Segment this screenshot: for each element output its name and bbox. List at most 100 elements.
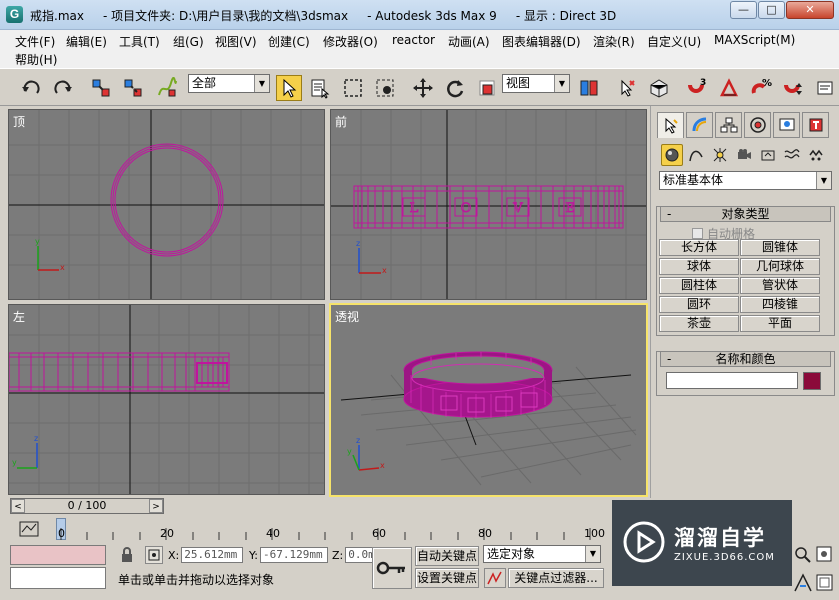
app-icon[interactable]: G [6,6,23,23]
cameras-icon[interactable] [733,144,755,166]
motion-tab-icon[interactable] [744,112,771,138]
redo-icon[interactable] [50,75,76,101]
prev-frame-button[interactable]: < [11,499,25,513]
key-selection-dropdown[interactable]: 选定对象 ▼ [483,545,601,563]
menu-edit[interactable]: 编辑(E) [66,33,107,50]
spinner-snap-icon[interactable] [780,75,806,101]
geometry-category-dropdown[interactable]: 标准基本体 ▼ [659,171,832,190]
viewport-top[interactable]: 顶 y x [8,109,325,300]
unlink-icon[interactable] [120,75,146,101]
named-selection-icon[interactable] [812,75,838,101]
name-color-rollout-header[interactable]: - 名称和颜色 [660,351,831,367]
x-value-input[interactable]: 25.612mm [181,547,244,563]
space-warps-icon[interactable] [781,144,803,166]
keyboard-shortcut-override-icon[interactable] [646,75,672,101]
reference-coordinate-dropdown[interactable]: 视图 ▼ [502,74,570,93]
modify-tab-icon[interactable] [686,112,713,138]
tube-button[interactable]: 管状体 [740,277,820,294]
maximize-viewport-icon[interactable] [814,571,836,597]
geometry-icon[interactable] [661,144,683,166]
menu-graph-editors[interactable]: 图表编辑器(D) [502,33,581,50]
set-key-mode-button[interactable]: 设置关键点 [415,568,479,588]
selection-filter-dropdown[interactable]: 全部 ▼ [188,74,270,93]
time-slider[interactable]: < 0 / 100 > [10,498,164,514]
helpers-icon[interactable] [757,144,779,166]
y-value-input[interactable]: -67.129mm [259,547,328,563]
main-toolbar: 全部 ▼ 视图 ▼ 3 % [0,68,839,106]
percent-snap-icon[interactable]: % [748,75,774,101]
menu-animation[interactable]: 动画(A) [448,33,490,50]
lights-icon[interactable] [709,144,731,166]
next-frame-button[interactable]: > [149,499,163,513]
maximize-button[interactable]: □ [758,1,785,19]
cone-button[interactable]: 圆锥体 [740,239,820,256]
object-type-rollout-header[interactable]: - 对象类型 [660,206,831,222]
undo-icon[interactable] [18,75,44,101]
menu-modifiers[interactable]: 修改器(O) [323,33,378,50]
selection-filter-value: 全部 [192,76,217,90]
plane-button[interactable]: 平面 [740,315,820,332]
move-icon[interactable] [410,75,436,101]
set-key-button[interactable] [372,547,412,589]
menu-views[interactable]: 视图(V) [215,33,257,50]
zoom-icon[interactable] [792,543,814,569]
menu-tools[interactable]: 工具(T) [119,33,160,50]
systems-icon[interactable] [805,144,827,166]
geosphere-button[interactable]: 几何球体 [740,258,820,275]
absolute-mode-icon[interactable] [145,546,163,564]
viewport-label-top[interactable]: 顶 [13,113,25,130]
pyramid-button[interactable]: 四棱锥 [740,296,820,313]
create-tab-icon[interactable] [657,112,684,138]
teapot-button[interactable]: 茶壶 [659,315,739,332]
menu-rendering[interactable]: 渲染(R) [593,33,635,50]
default-tangent-icon[interactable] [484,568,506,588]
scale-icon[interactable] [474,75,500,101]
lock-selection-icon[interactable] [120,547,134,563]
box-button[interactable]: 长方体 [659,239,739,256]
select-object-icon[interactable] [276,75,302,101]
viewport-left[interactable]: 左 z y [8,304,325,495]
maxscript-listener-pink[interactable] [10,545,106,565]
bind-spacewarp-icon[interactable] [154,75,180,101]
select-manipulate-icon[interactable] [614,75,640,101]
mini-curve-editor-icon[interactable] [18,520,40,538]
object-color-swatch[interactable] [803,372,821,390]
cylinder-button[interactable]: 圆柱体 [659,277,739,294]
hierarchy-tab-icon[interactable] [715,112,742,138]
viewport-label-front[interactable]: 前 [335,113,347,130]
angle-snap-icon[interactable] [716,75,742,101]
auto-key-button[interactable]: 自动关键点 [415,546,479,566]
snaps-toggle-icon[interactable]: 3 [684,75,710,101]
z-value-input[interactable]: 0.0m [345,547,374,563]
menu-reactor[interactable]: reactor [392,33,435,47]
pivot-center-icon[interactable] [576,75,602,101]
window-crossing-icon[interactable] [372,75,398,101]
menu-create[interactable]: 创建(C) [268,33,310,50]
menu-customize[interactable]: 自定义(U) [647,33,701,50]
close-button[interactable]: ✕ [786,1,834,19]
utilities-tab-icon[interactable] [802,112,829,138]
display-tab-icon[interactable] [773,112,800,138]
rotate-icon[interactable] [442,75,468,101]
viewport-perspective[interactable]: 透视 z x y [329,303,648,497]
menu-help[interactable]: 帮助(H) [15,51,57,68]
torus-button[interactable]: 圆环 [659,296,739,313]
rectangular-selection-icon[interactable] [340,75,366,101]
minimize-button[interactable]: — [730,1,757,19]
key-filters-button[interactable]: 关键点过滤器... [508,568,604,588]
viewport-label-left[interactable]: 左 [13,308,25,325]
viewport-label-perspective[interactable]: 透视 [335,308,359,325]
axis-z-label: z [356,239,360,248]
menu-file[interactable]: 文件(F) [15,33,55,50]
select-by-name-icon[interactable] [307,75,333,101]
field-of-view-icon[interactable] [792,571,814,597]
menu-group[interactable]: 组(G) [173,33,204,50]
select-link-icon[interactable] [88,75,114,101]
menu-maxscript[interactable]: MAXScript(M) [714,33,795,47]
zoom-all-icon[interactable] [814,543,836,569]
shapes-icon[interactable] [685,144,707,166]
viewport-front[interactable]: 前 L O V E z x [330,109,647,300]
sphere-button[interactable]: 球体 [659,258,739,275]
object-name-input[interactable] [666,372,798,389]
maxscript-listener-white[interactable] [10,567,106,589]
